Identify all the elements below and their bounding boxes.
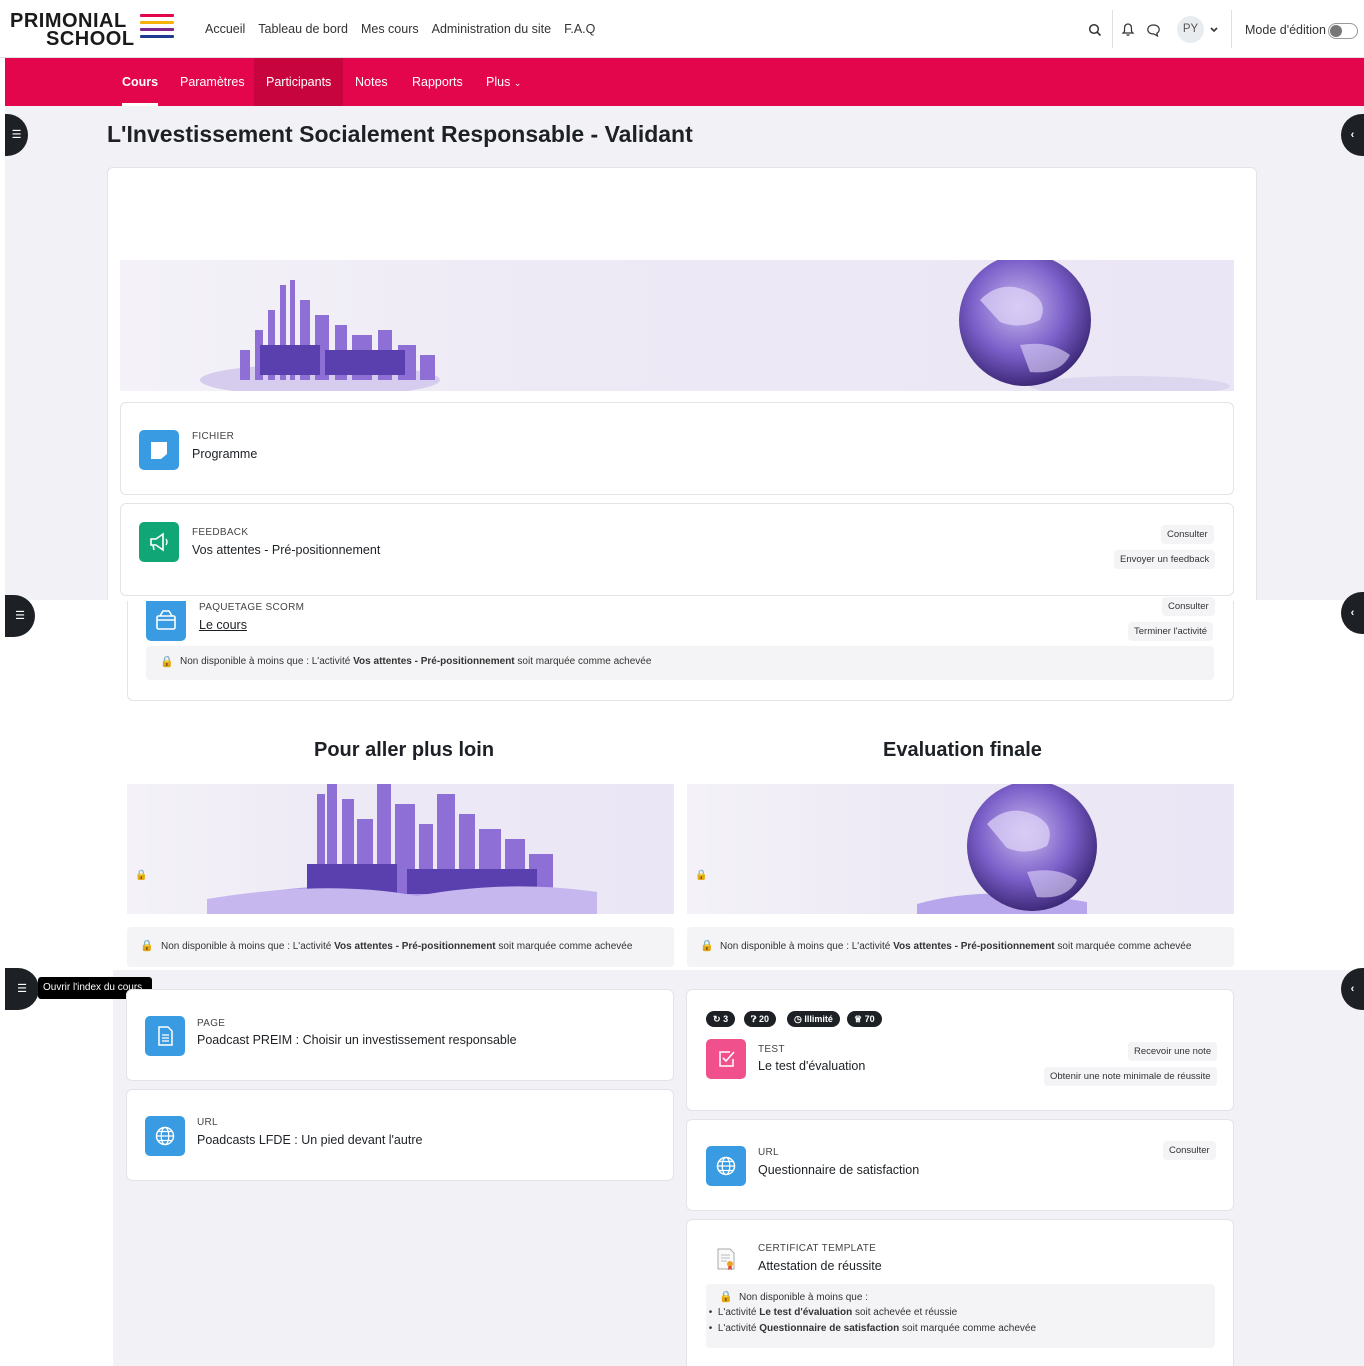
restriction-notice: 🔒 Non disponible à moins que : L'activit… — [146, 646, 1214, 680]
edit-mode-label: Mode d'édition — [1245, 23, 1326, 37]
consulter-button[interactable]: Consulter — [1162, 597, 1215, 616]
lock-icon: 🔒 — [160, 656, 174, 668]
tab-cours[interactable]: Cours — [110, 58, 170, 106]
activity-name-programme[interactable]: Programme — [192, 447, 257, 461]
list-icon: ☰ — [15, 610, 25, 622]
lock-icon: 🔒 — [135, 870, 148, 881]
activity-name-vos-attentes[interactable]: Vos attentes - Pré-positionnement — [192, 543, 380, 557]
messages-icon[interactable] — [1146, 23, 1161, 37]
brand-logo[interactable]: PRIMONIAL SCHOOL — [10, 10, 180, 50]
lock-icon: 🔒 — [140, 940, 154, 952]
nav-link-tableau-de-bord[interactable]: Tableau de bord — [258, 22, 348, 36]
list-icon: ☰ — [11, 129, 22, 141]
consulter-button[interactable]: Consulter — [1163, 1141, 1216, 1160]
restriction-text: Non disponible à moins que : L'activité … — [720, 941, 1192, 952]
section-title-evaluation-finale: Evaluation finale — [883, 739, 1042, 761]
refresh-icon: ↻ — [713, 1014, 721, 1024]
attempts-badge: ↻ 3 — [706, 1011, 736, 1027]
chevron-down-icon[interactable] — [1209, 26, 1219, 34]
section-banner-image — [120, 260, 1234, 391]
note-minimale-button[interactable]: Obtenir une note minimale de réussite — [1044, 1067, 1217, 1086]
section-restriction-notice: 🔒 Non disponible à moins que : L'activit… — [687, 927, 1234, 967]
chevron-left-icon: ‹ — [1350, 983, 1355, 995]
search-icon[interactable] — [1088, 23, 1102, 37]
activity-type: FEEDBACK — [192, 527, 249, 538]
activity-name-attestation[interactable]: Attestation de réussite — [758, 1259, 882, 1273]
activity-name-test-evaluation[interactable]: Le test d'évaluation — [758, 1059, 865, 1073]
chevron-down-icon: ⌄ — [513, 78, 522, 88]
section-banner-image: 🔒 — [687, 784, 1234, 914]
trophy-icon: ♕ — [854, 1014, 863, 1024]
certificate-icon — [706, 1239, 746, 1279]
city-in-hands-illustration — [207, 784, 597, 914]
activity-type: PAQUETAGE SCORM — [199, 602, 305, 613]
tab-plus-label: Plus — [486, 75, 511, 89]
nav-link-faq[interactable]: F.A.Q — [564, 22, 595, 36]
time-limit-badge: ◷ Illimité — [787, 1011, 840, 1027]
globe-icon — [706, 1146, 746, 1186]
clock-icon: ◷ — [794, 1014, 802, 1024]
nav-link-administration[interactable]: Administration du site — [432, 22, 552, 36]
activity-type: TEST — [758, 1044, 785, 1055]
page-title: L'Investissement Socialement Responsable… — [107, 121, 693, 147]
globe-icon — [145, 1116, 185, 1156]
restriction-item: • L'activité Questionnaire de satisfacti… — [706, 1323, 1036, 1334]
activity-type: URL — [197, 1117, 218, 1128]
activity-type: PAGE — [197, 1018, 226, 1029]
activity-type: FICHIER — [192, 431, 235, 442]
tab-rapports[interactable]: Rapports — [400, 58, 475, 106]
section-title-pour-aller-plus-loin: Pour aller plus loin — [314, 739, 495, 761]
section-restriction-notice: 🔒 Non disponible à moins que : L'activit… — [127, 927, 674, 967]
bell-icon[interactable] — [1121, 22, 1135, 37]
activity-name-poadcasts-lfde[interactable]: Poadcasts LFDE : Un pied devant l'autre — [197, 1133, 422, 1147]
restriction-heading: Non disponible à moins que : — [739, 1292, 868, 1303]
activity-type: CERTIFICAT TEMPLATE — [758, 1243, 877, 1254]
course-index-toggle-3[interactable]: ☰ — [5, 968, 39, 1010]
activity-fichier[interactable] — [120, 402, 1234, 495]
activity-name-le-cours[interactable]: Le cours — [199, 618, 247, 632]
activity-name-questionnaire[interactable]: Questionnaire de satisfaction — [758, 1163, 919, 1177]
globe-in-hands-illustration — [917, 784, 1097, 914]
section-banner-image: 🔒 — [127, 784, 674, 914]
pass-grade-badge: ♕ 70 — [847, 1011, 882, 1027]
nav-link-accueil[interactable]: Accueil — [205, 22, 245, 36]
activity-type: URL — [758, 1147, 779, 1158]
lock-icon: 🔒 — [695, 870, 708, 881]
lock-icon: 🔒 — [719, 1291, 733, 1303]
edit-mode-toggle[interactable] — [1328, 23, 1358, 39]
course-secondary-nav: Cours Paramètres Participants Notes Rapp… — [5, 58, 1364, 106]
tab-plus[interactable]: Plus ⌄ — [474, 58, 533, 106]
tab-parametres[interactable]: Paramètres — [168, 58, 257, 106]
activity-name-poadcast-preim[interactable]: Poadcast PREIM : Choisir un investisseme… — [197, 1033, 517, 1047]
page-document-icon — [145, 1016, 185, 1056]
consulter-button[interactable]: Consulter — [1161, 525, 1214, 544]
questions-badge: ❓︎ 20 — [744, 1011, 776, 1027]
package-icon — [146, 601, 186, 641]
nav-link-mes-cours[interactable]: Mes cours — [361, 22, 419, 36]
recevoir-note-button[interactable]: Recevoir une note — [1128, 1042, 1218, 1061]
list-icon: ☰ — [17, 983, 27, 995]
megaphone-icon — [139, 522, 179, 562]
file-icon — [139, 430, 179, 470]
chevron-left-icon: ‹ — [1350, 129, 1355, 141]
lock-icon: 🔒 — [700, 940, 714, 952]
logo-text-school: SCHOOL — [46, 28, 135, 50]
restriction-notice: 🔒 Non disponible à moins que : • L'activ… — [706, 1284, 1215, 1348]
restriction-text: Non disponible à moins que : L'activité … — [161, 941, 633, 952]
chevron-left-icon: ‹ — [1350, 607, 1355, 619]
user-avatar[interactable]: PY — [1177, 16, 1204, 43]
course-index-toggle-2[interactable]: ☰ — [5, 595, 35, 637]
checkbox-quiz-icon — [706, 1039, 746, 1079]
city-globe-illustration — [200, 260, 1230, 391]
envoyer-feedback-button[interactable]: Envoyer un feedback — [1114, 550, 1216, 569]
primary-nav: Accueil Tableau de bord Mes cours Admini… — [205, 22, 595, 36]
restriction-text: Non disponible à moins que : L'activité … — [180, 656, 652, 667]
tab-notes[interactable]: Notes — [343, 58, 400, 106]
restriction-item: • L'activité Le test d'évaluation soit a… — [706, 1307, 958, 1318]
top-navbar: PRIMONIAL SCHOOL Accueil Tableau de bord… — [0, 0, 1364, 58]
question-icon: ❓︎ — [751, 1014, 757, 1024]
terminer-activite-button[interactable]: Terminer l'activité — [1128, 622, 1214, 641]
tab-participants[interactable]: Participants — [254, 58, 344, 106]
